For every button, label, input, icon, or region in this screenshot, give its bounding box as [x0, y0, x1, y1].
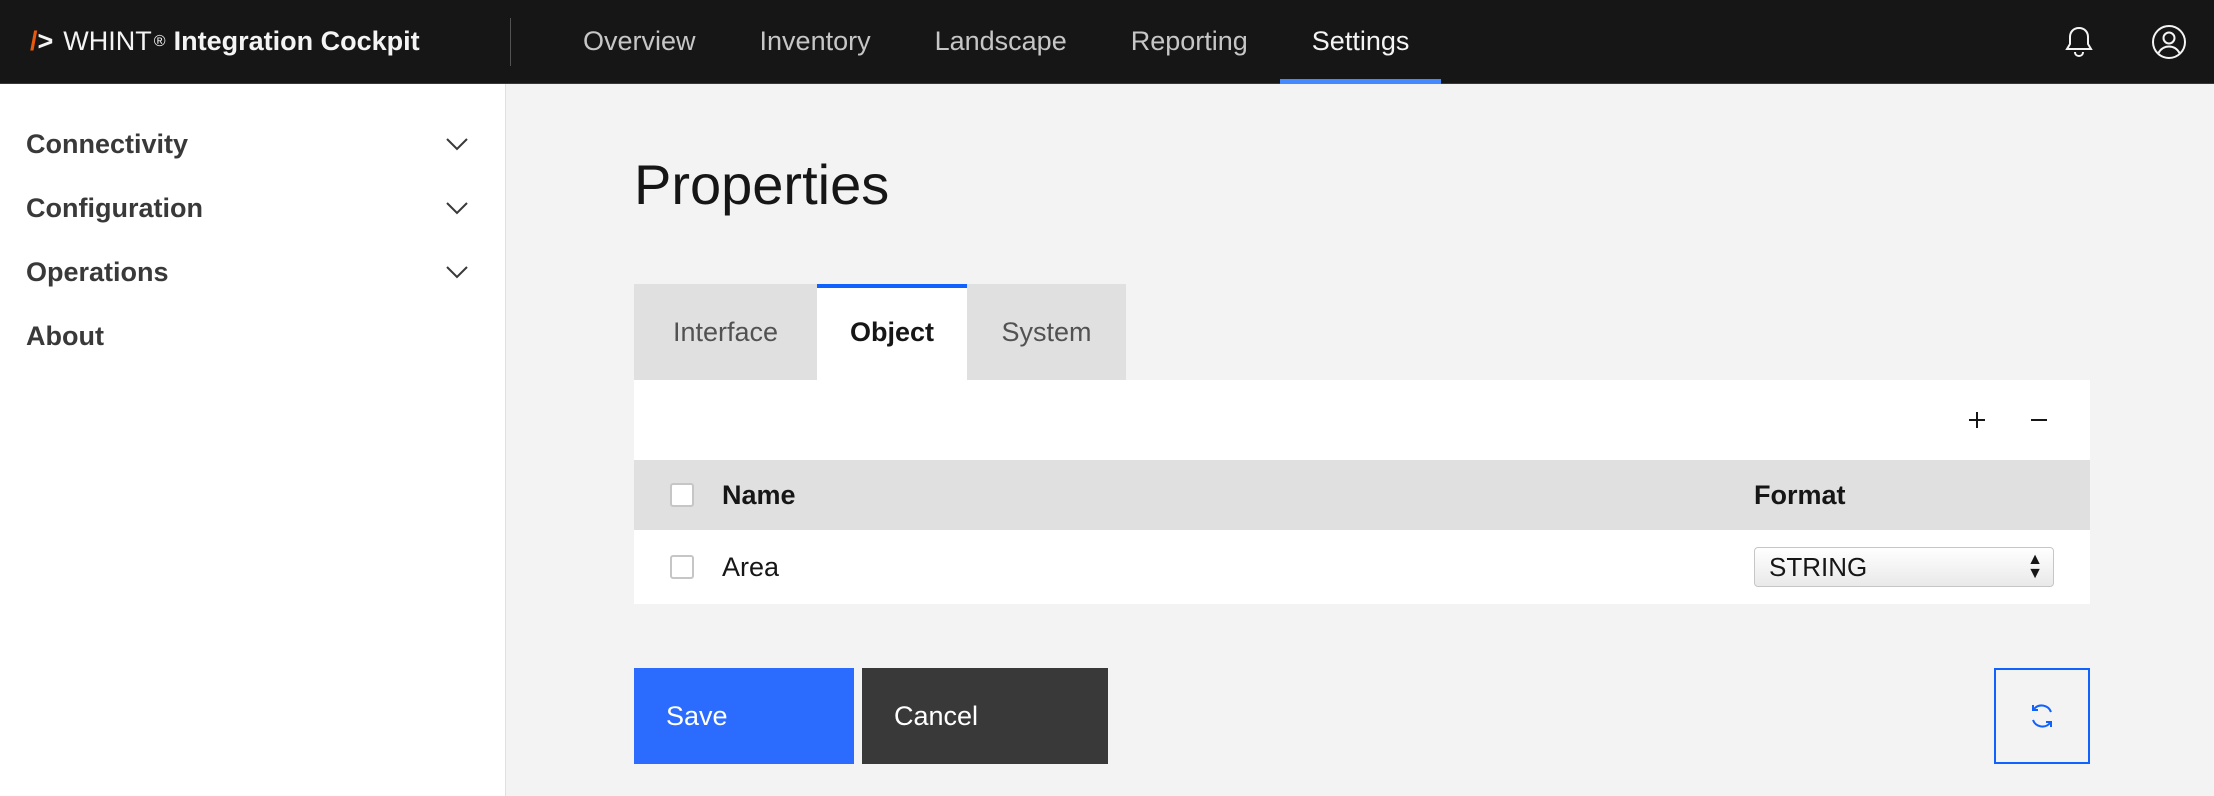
- select-all-checkbox[interactable]: [670, 483, 694, 507]
- tab-system[interactable]: System: [967, 284, 1126, 380]
- nav-settings[interactable]: Settings: [1279, 0, 1442, 84]
- page-title: Properties: [634, 153, 890, 216]
- table-header: Name Format: [634, 460, 2090, 530]
- plus-icon: [1969, 412, 1985, 428]
- properties-tabs: Interface Object System: [634, 284, 1126, 380]
- add-row-button[interactable]: [1946, 389, 2008, 451]
- brand-chevron: >: [37, 26, 54, 56]
- chevron-down-icon: [446, 138, 468, 151]
- table-row: Area STRING ▲ ▼: [634, 530, 2090, 604]
- save-button[interactable]: Save: [634, 668, 854, 764]
- column-header-format[interactable]: Format: [1754, 480, 2090, 511]
- brand-slash: /: [30, 26, 38, 56]
- row-checkbox[interactable]: [670, 555, 694, 579]
- sidebar: Connectivity Configuration Operations Ab…: [0, 84, 506, 796]
- nav-landscape[interactable]: Landscape: [903, 0, 1099, 84]
- properties-table: Name Format Area STRING ▲ ▼: [634, 380, 2090, 604]
- select-arrows-icon: ▲ ▼: [2027, 551, 2043, 582]
- tab-interface[interactable]: Interface: [634, 284, 817, 380]
- format-select[interactable]: STRING ▲ ▼: [1754, 547, 2054, 587]
- chevron-down-icon: [446, 202, 468, 215]
- remove-row-button[interactable]: [2008, 389, 2070, 451]
- top-header: / > WHINT ® Integration Cockpit Overview…: [0, 0, 2214, 84]
- sidebar-item-about[interactable]: About: [0, 304, 505, 368]
- tab-object[interactable]: Object: [817, 284, 967, 380]
- brand-logo[interactable]: / > WHINT ® Integration Cockpit: [0, 0, 510, 84]
- cancel-button[interactable]: Cancel: [862, 668, 1108, 764]
- brand-registered-mark: ®: [153, 32, 166, 50]
- brand-product: Integration Cockpit: [173, 26, 420, 56]
- brand-name: WHINT: [63, 26, 152, 56]
- sidebar-item-label: Connectivity: [26, 128, 189, 159]
- nav-inventory[interactable]: Inventory: [728, 0, 903, 84]
- sidebar-item-connectivity[interactable]: Connectivity: [0, 112, 505, 176]
- sidebar-item-label: Configuration: [26, 192, 203, 223]
- user-avatar-icon[interactable]: [2124, 0, 2214, 84]
- header-actions: [2034, 0, 2214, 84]
- sidebar-item-label: Operations: [26, 256, 169, 287]
- nav-reporting[interactable]: Reporting: [1099, 0, 1280, 84]
- format-select-value: STRING: [1769, 551, 1868, 582]
- header-divider: [510, 17, 511, 66]
- minus-icon: [2031, 419, 2047, 421]
- sidebar-item-label: About: [26, 320, 104, 351]
- refresh-icon: [2032, 704, 2052, 728]
- refresh-button[interactable]: [1994, 668, 2090, 764]
- column-header-name[interactable]: Name: [722, 480, 1754, 511]
- sidebar-item-configuration[interactable]: Configuration: [0, 176, 505, 240]
- nav-overview[interactable]: Overview: [551, 0, 728, 84]
- chevron-down-icon: [446, 266, 468, 279]
- sidebar-item-operations[interactable]: Operations: [0, 240, 505, 304]
- main-nav: Overview Inventory Landscape Reporting S…: [551, 0, 1441, 84]
- bell-icon[interactable]: [2034, 0, 2124, 84]
- row-name: Area: [722, 551, 780, 582]
- table-toolbar: [634, 380, 2090, 460]
